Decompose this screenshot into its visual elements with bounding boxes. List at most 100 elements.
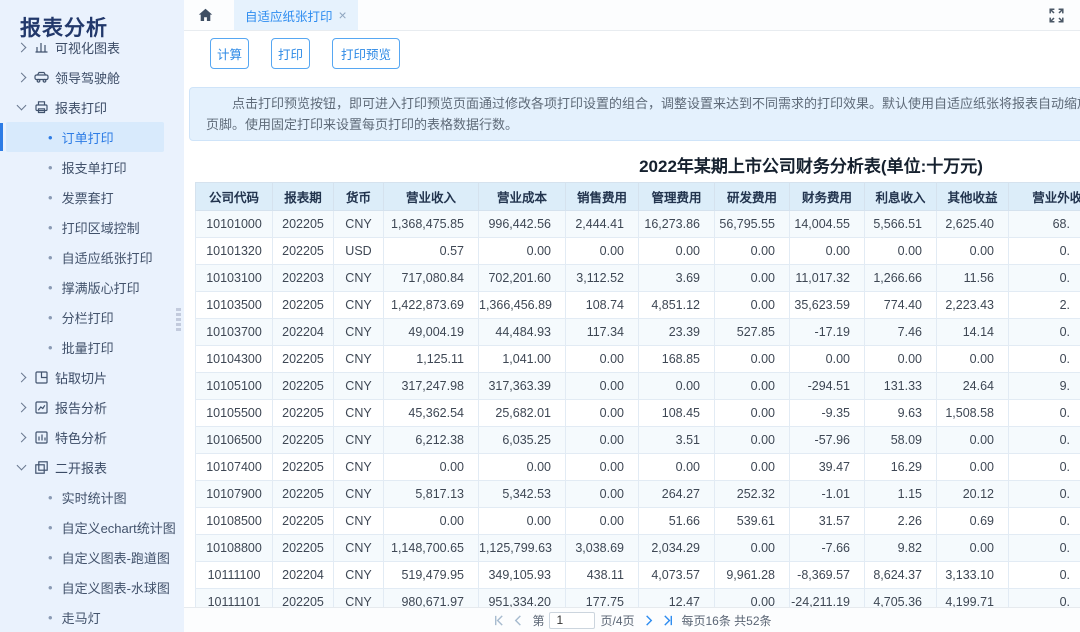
sidebar-item[interactable]: • 自定义echart统计图 [0, 512, 184, 542]
sidebar-item[interactable]: •批量打印 [0, 332, 184, 362]
table-cell: 3,038.69 [566, 535, 639, 562]
table-cell: 717,080.84 [384, 265, 479, 292]
table-cell: 35,623.59 [790, 292, 865, 319]
sidebar-item-label: 特色分析 [55, 428, 107, 447]
table-row[interactable]: 10107900202205CNY5,817.135,342.530.00264… [196, 481, 1080, 508]
table-cell: 11.56 [937, 265, 1009, 292]
table-cell: CNY [334, 373, 384, 400]
bullet-icon: • [48, 160, 53, 175]
sidebar-item[interactable]: 钻取切片 [0, 362, 184, 392]
sidebar-item[interactable]: 报告分析 [0, 392, 184, 422]
sidebar-item[interactable]: •分栏打印 [0, 302, 184, 332]
table-cell: 0.00 [384, 454, 479, 481]
table-row[interactable]: 10107400202205CNY0.000.000.000.000.0039.… [196, 454, 1080, 481]
sidebar-item-label: 钻取切片 [55, 368, 107, 387]
table-cell: 774.40 [865, 292, 937, 319]
table-cell: -9.35 [790, 400, 865, 427]
table-cell: 168.85 [639, 346, 715, 373]
table-cell: 0.00 [566, 346, 639, 373]
table-cell: 0.00 [566, 238, 639, 265]
table-row[interactable]: 10104300202205CNY1,125.111,041.000.00168… [196, 346, 1080, 373]
table-cell: 264.27 [639, 481, 715, 508]
table-row[interactable]: 10108800202205CNY1,148,700.651,125,799.6… [196, 535, 1080, 562]
table-cell: 49,004.19 [384, 319, 479, 346]
table-cell: 4,705.36 [865, 589, 937, 608]
sidebar-item[interactable]: •报支单打印 [0, 152, 184, 182]
table-row[interactable]: 10106500202205CNY6,212.386,035.250.003.5… [196, 427, 1080, 454]
table-cell: 20.12 [937, 481, 1009, 508]
sidebar-item-label: 自定义echart统计图 [62, 518, 176, 537]
drill-slice-icon [34, 370, 50, 385]
sidebar-item[interactable]: •打印区域控制 [0, 212, 184, 242]
sidebar-item[interactable]: 领导驾驶舱 [0, 62, 184, 92]
bullet-icon: • [48, 520, 53, 535]
sidebar-item[interactable]: •实时统计图 [0, 482, 184, 512]
tab-adaptive-paper-print[interactable]: 自适应纸张打印 × [234, 0, 358, 30]
column-header: 研发费用 [715, 183, 790, 211]
sidebar-resize-handle[interactable] [176, 308, 181, 331]
page-label-suffix: 页/4页 [600, 612, 634, 629]
table-cell: 9.82 [865, 535, 937, 562]
table-cell: 202205 [273, 238, 334, 265]
table-cell: 349,105.93 [479, 562, 566, 589]
custom-report-icon [34, 460, 50, 475]
sidebar-item[interactable]: •自定义图表-跑道图 [0, 542, 184, 572]
sidebar-item-label: 自定义图表-跑道图 [62, 548, 170, 567]
next-page-icon[interactable] [642, 614, 655, 627]
table-cell: 177.75 [566, 589, 639, 608]
prev-page-icon[interactable] [512, 614, 525, 627]
sidebar-item[interactable]: 特色分析 [0, 422, 184, 452]
last-page-icon[interactable] [662, 614, 675, 627]
sidebar-item[interactable]: •走马灯 [0, 602, 184, 632]
sidebar-item[interactable]: 二开报表 [0, 452, 184, 482]
table-cell: 0. [1009, 238, 1080, 265]
table-cell: 202205 [273, 508, 334, 535]
sidebar-item-label: 订单打印 [62, 128, 114, 147]
table-row[interactable]: 10101000202205CNY1,368,475.85996,442.562… [196, 211, 1080, 238]
table-cell: 980,671.97 [384, 589, 479, 608]
table-row[interactable]: 10101320202205USD0.570.000.000.000.000.0… [196, 238, 1080, 265]
sidebar-item[interactable]: •订单打印 [6, 122, 164, 152]
table-row[interactable]: 10103100202203CNY717,080.84702,201.603,1… [196, 265, 1080, 292]
table-cell: 44,484.93 [479, 319, 566, 346]
table-row[interactable]: 10111101202205CNY980,671.97951,334.20177… [196, 589, 1080, 608]
table-cell: 0.00 [937, 427, 1009, 454]
close-icon[interactable]: × [339, 8, 347, 22]
sidebar-item[interactable]: •自适应纸张打印 [0, 242, 184, 272]
chevron-down-icon [17, 101, 27, 111]
table-cell: 702,201.60 [479, 265, 566, 292]
table-cell: CNY [334, 589, 384, 608]
fullscreen-icon[interactable] [1049, 8, 1064, 23]
table-cell: 9,961.28 [715, 562, 790, 589]
table-cell: 202205 [273, 373, 334, 400]
sidebar-item[interactable]: •自定义图表-水球图 [0, 572, 184, 602]
table-cell: 9. [1009, 373, 1080, 400]
table-cell: 202204 [273, 562, 334, 589]
table-row[interactable]: 10103700202204CNY49,004.1944,484.93117.3… [196, 319, 1080, 346]
table-row[interactable]: 10105100202205CNY317,247.98317,363.390.0… [196, 373, 1080, 400]
home-icon[interactable] [198, 8, 213, 22]
toolbar-button[interactable]: 打印 [271, 38, 310, 69]
page-number-input[interactable] [549, 612, 595, 629]
sidebar-item-label: 报表打印 [55, 98, 107, 117]
table-cell: -1.01 [790, 481, 865, 508]
table-row[interactable]: 10108500202205CNY0.000.000.0051.66539.61… [196, 508, 1080, 535]
report-analysis-icon [34, 400, 50, 415]
toolbar-button[interactable]: 打印预览 [332, 38, 400, 69]
table-row[interactable]: 10111100202204CNY519,479.95349,105.93438… [196, 562, 1080, 589]
table-cell: 0. [1009, 481, 1080, 508]
table-cell: 10103700 [196, 319, 273, 346]
sidebar-item-label: 撑满版心打印 [62, 278, 140, 297]
bullet-icon: • [48, 250, 53, 265]
table-row[interactable]: 10103500202205CNY1,422,873.691,366,456.8… [196, 292, 1080, 319]
table-row[interactable]: 10105500202205CNY45,362.5425,682.010.001… [196, 400, 1080, 427]
table-cell: 12.47 [639, 589, 715, 608]
toolbar-button[interactable]: 计算 [210, 38, 249, 69]
sidebar-item[interactable]: 报表打印 [0, 92, 184, 122]
sidebar-item[interactable]: •发票套打 [0, 182, 184, 212]
sidebar-item[interactable]: •撑满版心打印 [0, 272, 184, 302]
feature-analysis-icon [34, 430, 50, 445]
first-page-icon[interactable] [492, 614, 505, 627]
table-cell: CNY [334, 211, 384, 238]
table-cell: 5,817.13 [384, 481, 479, 508]
